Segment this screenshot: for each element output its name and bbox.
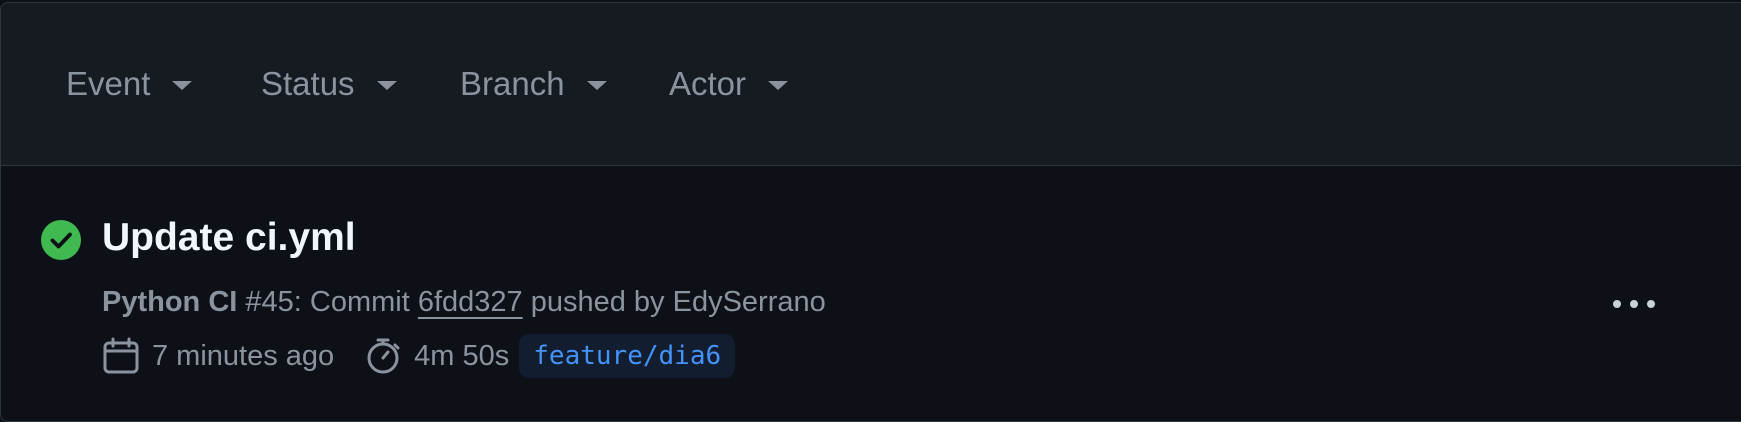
run-duration: 4m 50s bbox=[414, 339, 510, 372]
branch-label[interactable]: feature/dia6 bbox=[519, 334, 736, 378]
commit-sha-link[interactable]: 6fdd327 bbox=[418, 286, 523, 318]
workflow-run-row: Update ci.yml Python CI #45: Commit 6fdd… bbox=[1, 166, 1741, 421]
workflow-name: Python CI bbox=[102, 286, 238, 318]
calendar-icon bbox=[103, 337, 139, 374]
chevron-down-icon bbox=[376, 80, 397, 90]
filter-bar: Event Status Branch Actor bbox=[1, 3, 1741, 166]
branch-filter[interactable]: Branch bbox=[460, 65, 607, 103]
kebab-horizontal-icon[interactable] bbox=[1607, 286, 1661, 322]
chevron-down-icon bbox=[768, 80, 789, 90]
branch-filter-label: Branch bbox=[460, 65, 565, 102]
pushed-by-text: pushed by EdySerrano bbox=[522, 286, 826, 318]
event-filter[interactable]: Event bbox=[66, 65, 193, 103]
status-filter-label: Status bbox=[261, 65, 355, 102]
actor-filter-label: Actor bbox=[669, 65, 747, 102]
stopwatch-icon bbox=[367, 338, 400, 374]
run-title-link[interactable]: Update ci.yml bbox=[102, 216, 356, 260]
chevron-down-icon bbox=[172, 80, 193, 90]
status-filter[interactable]: Status bbox=[261, 65, 397, 103]
run-details: 7 minutes ago 4m 50s feature/dia6 bbox=[102, 334, 736, 378]
check-circle-fill-icon bbox=[41, 220, 81, 260]
chevron-down-icon bbox=[586, 80, 607, 90]
workflow-runs-panel: Event Status Branch Actor Update ci.yml … bbox=[0, 2, 1741, 422]
actor-filter[interactable]: Actor bbox=[669, 65, 789, 103]
run-time-ago: 7 minutes ago bbox=[152, 339, 335, 372]
event-filter-label: Event bbox=[66, 65, 151, 102]
run-meta: Python CI #45: Commit 6fdd327 pushed by … bbox=[102, 286, 826, 319]
run-number-text: #45: Commit bbox=[237, 286, 418, 318]
